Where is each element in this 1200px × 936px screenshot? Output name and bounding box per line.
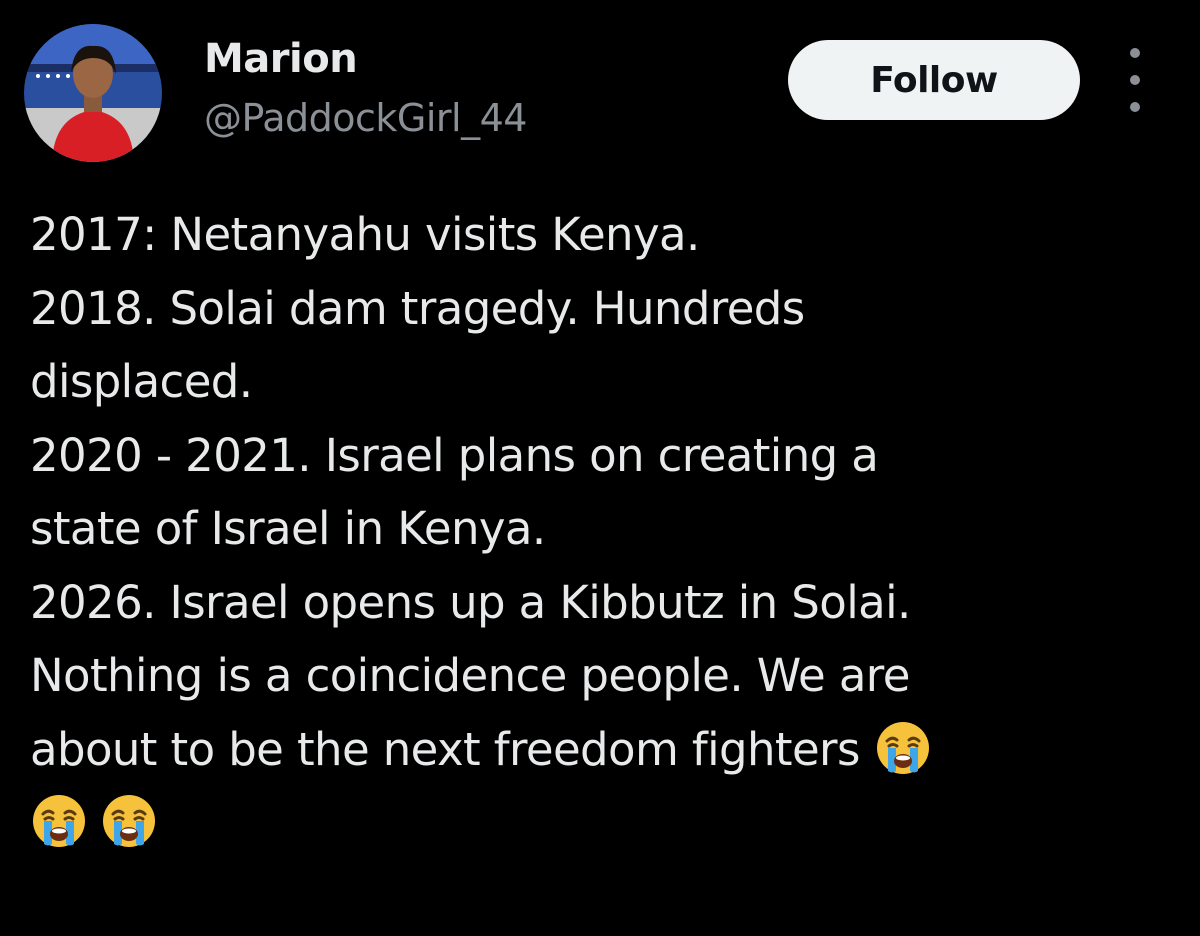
more-dot [1130, 48, 1140, 58]
tweet-line-with-emoji: about to be the next freedom fighters [30, 713, 1170, 787]
tweet-line: 2017: Netanyahu visits Kenya. [30, 208, 700, 261]
tweet-line: 2018. Solai dam tragedy. Hundreds [30, 281, 805, 335]
user-handle[interactable]: @PaddockGirl_44 [204, 96, 527, 140]
loudly-crying-face-icon [100, 792, 158, 850]
user-display-name[interactable]: Marion [204, 36, 358, 82]
tweet-line: Nothing is a coincidence people. We are [30, 649, 910, 702]
tweet-line: state of Israel in Kenya. [30, 502, 546, 555]
loudly-crying-face-icon [30, 792, 88, 850]
loudly-crying-face-icon [874, 719, 932, 777]
tweet-header: Marion @PaddockGirl_44 Follow [0, 0, 1200, 180]
tweet-line-text: about to be the next freedom fighters [30, 722, 860, 776]
tweet-emoji-line [30, 786, 1170, 860]
more-options-icon[interactable] [1118, 48, 1152, 112]
tweet-line: 2020 - 2021. Israel plans on creating a [30, 428, 879, 482]
follow-button[interactable]: Follow [788, 40, 1080, 120]
tweet-text: 2017: Netanyahu visits Kenya. 2018. Sola… [30, 198, 1170, 860]
avatar[interactable] [24, 24, 162, 162]
tweet-line: displaced. [30, 355, 253, 408]
profile-photo-icon [24, 24, 162, 162]
more-dot [1130, 102, 1140, 112]
tweet-line: 2026. Israel opens up a Kibbutz in Solai… [30, 575, 911, 629]
more-dot [1130, 75, 1140, 85]
